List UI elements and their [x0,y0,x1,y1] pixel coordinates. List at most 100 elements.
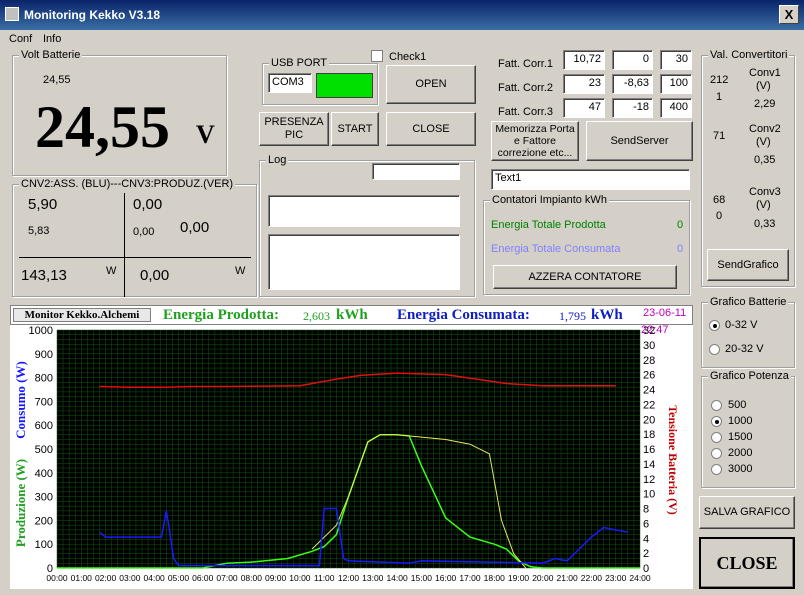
radio-potenza-1000-dot[interactable] [711,415,722,427]
radio-potenza-500-dot[interactable] [711,399,722,411]
azzera-contatore-button[interactable]: AZZERA CONTATORE [493,265,677,289]
log-field-1[interactable] [268,195,460,227]
sendgrafico-button[interactable]: SendGrafico [707,249,789,281]
chart-header: Monitor Kekko.Alchemi Energia Prodotta: … [10,305,693,325]
cnv-bl-unit: W [106,265,117,277]
open-button[interactable]: OPEN [386,65,476,104]
x-tick-label: 09:00 [265,573,287,583]
y-right-tick-label: 16 [643,444,655,456]
x-tick-label: 14:00 [386,573,408,583]
radio-potenza-3000-dot[interactable] [711,463,722,475]
y-right-tick-label: 10 [643,489,655,501]
radio-0-32v[interactable]: 0-32 V [709,319,757,331]
y-left-bottom-axis-label: Produzione (W) [13,459,28,547]
window-close-button[interactable]: X [779,5,799,24]
presenza-pic-button[interactable]: PRESENZA PIC [259,112,329,146]
radio-0-32v-dot[interactable] [709,319,720,331]
radio-potenza-500[interactable]: 500 [711,399,746,411]
fatt-corr-1-label: Fatt. Corr.1 [498,58,554,70]
radio-potenza-1500-dot[interactable] [711,431,722,443]
chart-prod-value: 2,603 [303,309,330,323]
log-field-2[interactable] [268,234,460,290]
cnv-group: CNV2:ASS. (BLU)---CNV3:PRODUZ.(VER) 5,90… [12,178,257,297]
y-left-tick-label: 400 [35,468,53,480]
log-small-field[interactable] [372,163,460,180]
x-tick-label: 12:00 [338,573,360,583]
radio-potenza-1000-label: 1000 [728,415,753,427]
conv1-value: 2,29 [754,98,776,110]
fatt-corr-3-a[interactable]: 47 [563,98,605,118]
radio-potenza-2000[interactable]: 2000 [711,447,752,459]
x-tick-label: 15:00 [411,573,433,583]
close-port-button[interactable]: CLOSE [386,112,476,146]
cnv-tr-small: 0,00 [133,226,155,238]
x-tick-label: 13:00 [362,573,384,583]
fatt-corr-3-b[interactable]: -18 [612,98,653,118]
menu-info[interactable]: Info [43,33,61,45]
log-group: Log [259,154,475,297]
conv1-unit: (V) [756,80,771,92]
cnv-tr-mid: 0,00 [180,219,210,236]
salva-grafico-button[interactable]: SALVA GRAFICO [699,496,795,529]
conv3-name: Conv3 [749,186,781,198]
fatt-corr-2-label: Fatt. Corr.2 [498,82,554,94]
y-right-axis-label: Tensione Batteria (V) [666,405,680,515]
com-port-select[interactable]: COM3 [268,73,312,93]
y-right-tick-label: 30 [643,340,655,352]
energia-prodotta-value: 0 [677,219,684,231]
fatt-corr-2-b[interactable]: -8,63 [612,74,653,94]
chart-prod-unit: kWh [336,307,368,323]
fatt-corr-2-a[interactable]: 23 [563,74,605,94]
fatt-corr-2-c[interactable]: 100 [660,74,692,94]
menu-conf[interactable]: Conf [9,33,32,45]
chart-cons-value: 1,795 [559,309,586,323]
fatt-corr-1-a[interactable]: 10,72 [563,50,605,70]
cnv-tl-big: 5,90 [28,196,58,213]
contatori-group: Contatori Impianto kWh Energia Totale Pr… [483,194,690,295]
y-left-tick-label: 800 [35,373,53,385]
radio-potenza-3000-label: 3000 [728,463,753,475]
cnv-tl-small: 5,83 [28,225,50,237]
y-right-tick-label: 22 [643,399,655,411]
x-tick-label: 20:00 [532,573,554,583]
radio-potenza-1000[interactable]: 1000 [711,415,752,427]
radio-potenza-3000[interactable]: 3000 [711,463,752,475]
radio-20-32v[interactable]: 20-32 V [709,343,764,355]
x-tick-label: 22:00 [581,573,603,583]
text1-field[interactable]: Text1 [491,169,690,190]
x-tick-label: 01:00 [71,573,93,583]
fatt-corr-3-c[interactable]: 400 [660,98,692,118]
fatt-corr-1-b[interactable]: 0 [612,50,653,70]
memorizza-button[interactable]: Memorizza Porta e Fattore correzione etc… [491,121,579,161]
radio-20-32v-dot[interactable] [709,343,720,355]
check1-checkbox[interactable] [371,50,383,62]
fatt-corr-1-c[interactable]: 30 [660,50,692,70]
cnv-br-unit: W [235,265,246,277]
start-button[interactable]: START [331,112,379,146]
radio-potenza-1500[interactable]: 1500 [711,431,752,443]
y-right-tick-label: 20 [643,414,655,426]
y-left-tick-label: 300 [35,492,53,504]
x-tick-label: 02:00 [95,573,117,583]
sendserver-button[interactable]: SendServer [586,121,693,161]
x-tick-label: 10:00 [289,573,311,583]
x-tick-label: 08:00 [241,573,263,583]
energia-consumata-value: 0 [677,243,684,255]
x-tick-label: 11:00 [314,573,335,583]
x-tick-label: 04:00 [144,573,166,583]
x-tick-label: 24:00 [629,573,651,583]
y-right-tick-label: 24 [643,385,655,397]
close-app-button[interactable]: CLOSE [699,537,795,589]
y-left-tick-label: 200 [35,515,53,527]
radio-potenza-2000-dot[interactable] [711,447,722,459]
x-tick-label: 05:00 [168,573,190,583]
conv3-unit: (V) [756,199,771,211]
y-left-tick-label: 900 [35,349,53,361]
cnv-horizontal-divider [19,257,251,258]
grafico-potenza-label: Grafico Potenza [708,370,791,382]
volt-small-value: 24,55 [43,74,71,86]
grafico-batterie-group: Grafico Batterie 0-32 V 20-32 V [701,296,795,368]
x-tick-label: 18:00 [484,573,506,583]
y-right-tick-label: 8 [643,504,649,516]
x-tick-label: 03:00 [119,573,141,583]
